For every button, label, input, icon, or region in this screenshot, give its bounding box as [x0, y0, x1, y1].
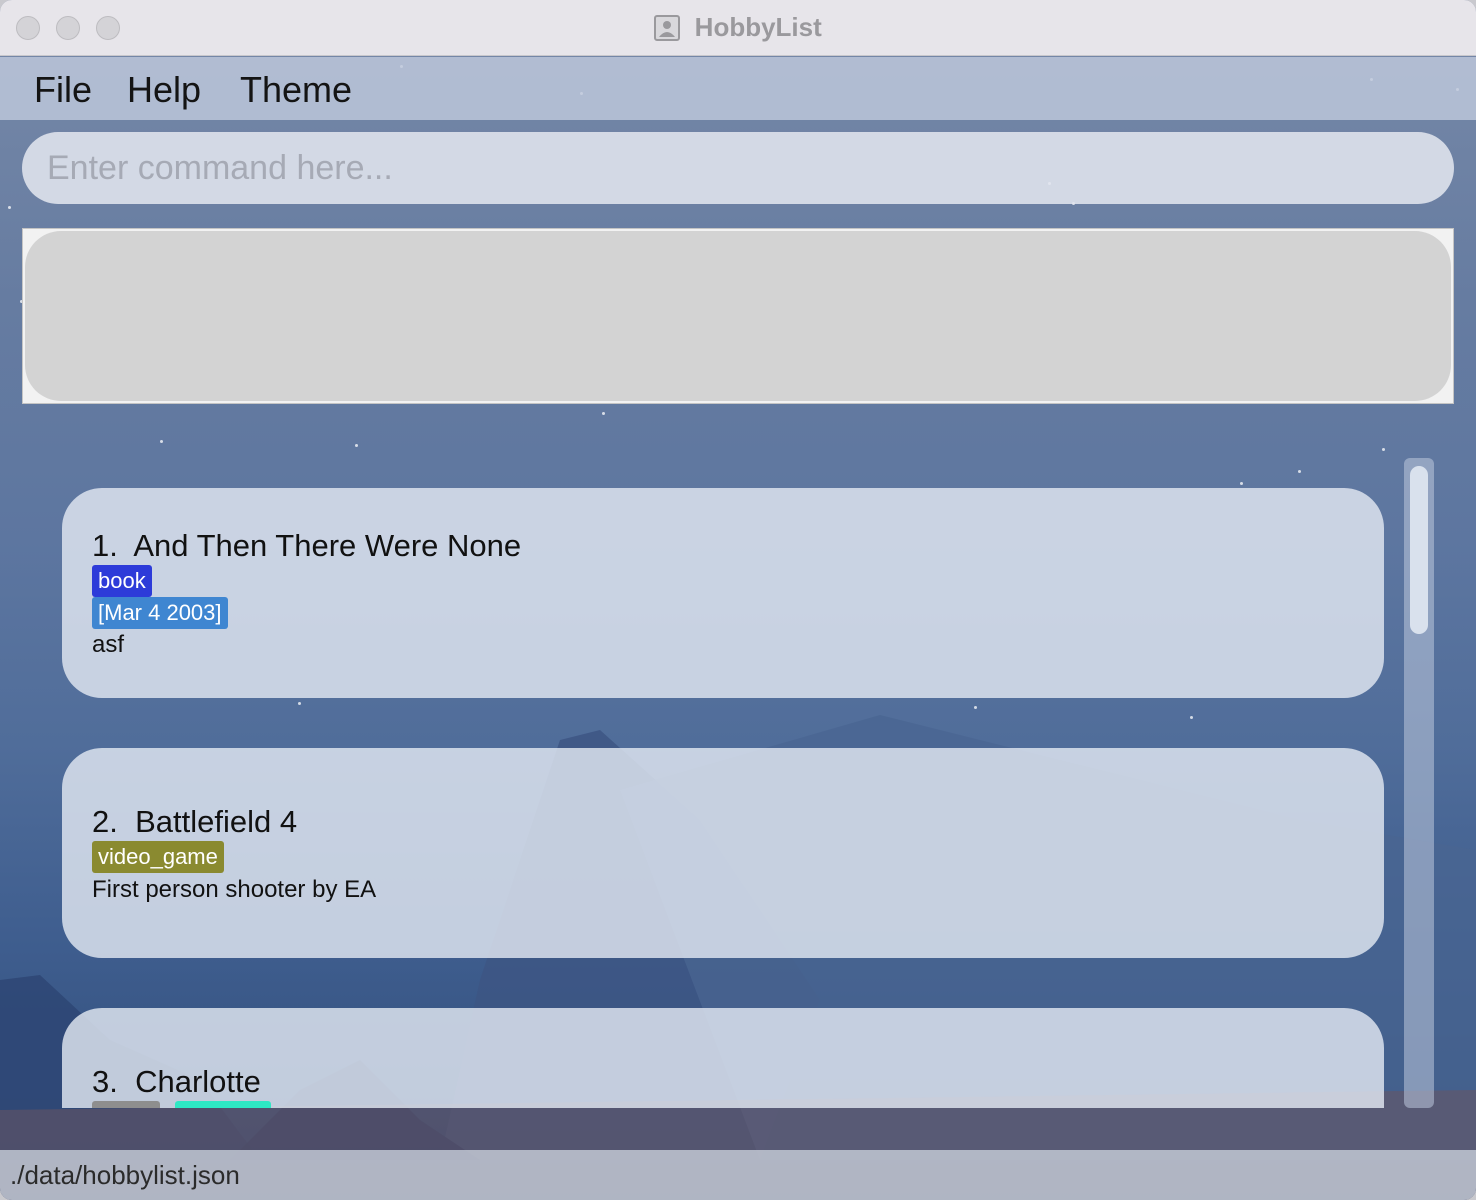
tag-book: book: [92, 565, 152, 597]
activity-card[interactable]: 1. And Then There Were None book [Mar 4 …: [62, 488, 1384, 698]
command-input[interactable]: [22, 132, 1454, 204]
star: [160, 440, 163, 443]
tag-date: [Mar 4 2003]: [92, 597, 228, 629]
activity-card[interactable]: 3. Charlotte: [62, 1008, 1384, 1108]
tag-video-game: video_game: [92, 841, 224, 873]
activity-title: 1. And Then There Were None: [92, 528, 521, 564]
window-title: HobbyList: [694, 12, 822, 42]
status-bar: ./data/hobbylist.json: [0, 1150, 1476, 1200]
list-scrollbar[interactable]: [1404, 458, 1434, 1108]
tag-grey: [92, 1101, 160, 1108]
scroll-thumb[interactable]: [1410, 466, 1428, 634]
menu-bar: File Help Theme: [0, 57, 1476, 120]
activity-description: asf: [92, 631, 125, 658]
title-bar[interactable]: HobbyList: [0, 0, 1476, 56]
save-location: ./data/hobbylist.json: [10, 1160, 240, 1190]
activity-index: 1.: [92, 528, 118, 563]
activity-card[interactable]: 2. Battlefield 4 video_game First person…: [62, 748, 1384, 958]
activity-index: 3.: [92, 1064, 118, 1099]
activity-name: And Then There Were None: [133, 528, 522, 563]
app-window: HobbyList File Help Theme 1. And Then Th…: [0, 0, 1476, 1200]
activity-name: Charlotte: [135, 1064, 261, 1099]
activity-description: First person shooter by EA: [92, 876, 377, 903]
activity-list[interactable]: 1. And Then There Were None book [Mar 4 …: [22, 458, 1402, 1108]
app-contact-icon: [654, 14, 681, 41]
result-display-frame: [22, 228, 1454, 404]
star: [602, 412, 605, 415]
result-display[interactable]: [25, 231, 1451, 401]
activity-title: 2. Battlefield 4: [92, 804, 297, 840]
menu-help[interactable]: Help: [127, 69, 201, 111]
tag-teal: [175, 1101, 271, 1108]
activity-name: Battlefield 4: [135, 804, 298, 839]
activity-title: 3. Charlotte: [92, 1064, 261, 1100]
star: [8, 206, 11, 209]
menu-theme[interactable]: Theme: [240, 69, 352, 111]
star: [355, 444, 358, 447]
activity-index: 2.: [92, 804, 118, 839]
menu-file[interactable]: File: [34, 69, 92, 111]
star: [1382, 448, 1385, 451]
